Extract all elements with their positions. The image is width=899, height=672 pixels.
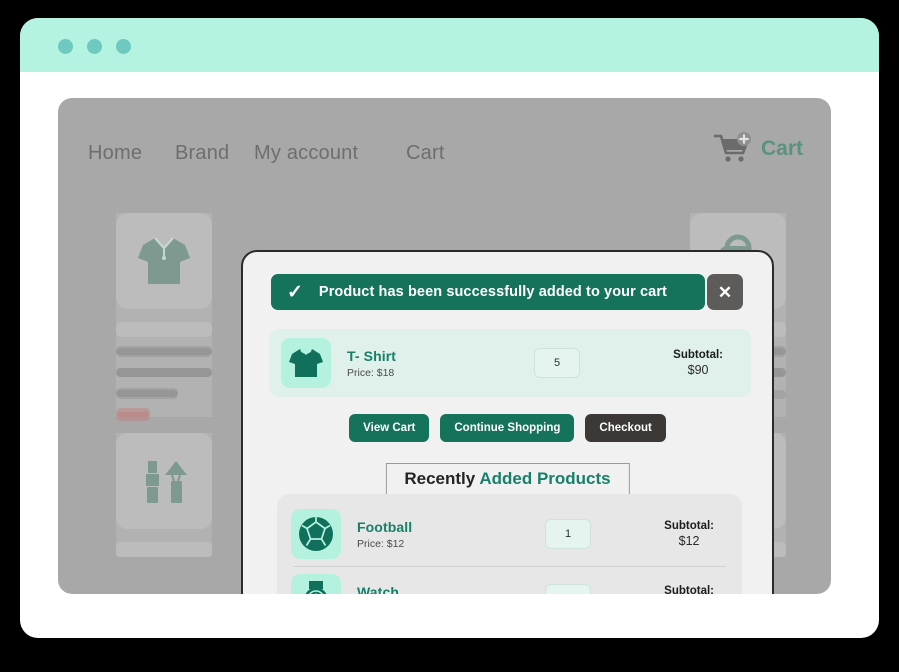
watch-icon: [291, 574, 341, 594]
cart-item-name: T- Shirt: [347, 347, 397, 364]
heading-part-added-products: Added Products: [479, 469, 611, 488]
background-placeholder-title: [116, 322, 212, 337]
list-item-name: Watch: [357, 583, 399, 595]
subtotal-value: $12: [678, 534, 700, 548]
cart-item-subtotal: Subtotal: $90: [673, 349, 723, 377]
nav-cart-group[interactable]: Cart: [713, 132, 803, 166]
nav-item-my-account[interactable]: My account: [254, 142, 358, 165]
background-placeholder-title: [116, 542, 212, 557]
cart-item-info: T- Shirt Price: $18: [347, 348, 487, 379]
window-dot-close[interactable]: [58, 39, 73, 54]
background-placeholder-line: [116, 368, 212, 377]
list-item-subtotal: Subtotal: $22: [664, 585, 714, 594]
background-product-card-cosmetics: [116, 433, 212, 557]
background-placeholder-price: [116, 412, 150, 421]
background-placeholder-line: [116, 390, 178, 399]
subtotal-label: Subtotal:: [664, 520, 714, 532]
quantity-input[interactable]: 1: [545, 519, 591, 549]
recently-added-list: Football Price: $12 1 Subtotal: $12 Watc…: [277, 494, 742, 594]
list-item: Watch Price: $22 2 Subtotal: $22: [277, 567, 742, 594]
browser-titlebar: [20, 18, 879, 72]
window-dot-minimize[interactable]: [87, 39, 102, 54]
cosmetics-icon: [116, 433, 212, 529]
checkout-button[interactable]: Checkout: [585, 414, 666, 442]
quantity-input[interactable]: 5: [534, 348, 580, 378]
football-icon: [291, 509, 341, 559]
nav-item-home[interactable]: Home: [88, 142, 142, 165]
subtotal-label: Subtotal:: [664, 585, 714, 594]
recently-added-heading: Recently Added Products: [385, 463, 630, 495]
nav-item-cart[interactable]: Cart: [406, 142, 445, 165]
list-item: Football Price: $12 1 Subtotal: $12: [277, 502, 742, 566]
shopping-cart-plus-icon: [713, 132, 753, 166]
page-content-dimmed: Home Brand My account Cart Cart ✓ Produc…: [58, 98, 831, 594]
close-icon[interactable]: ✕: [707, 274, 743, 310]
nav-item-brand[interactable]: Brand: [175, 142, 229, 165]
site-navigation: Home Brand My account Cart Cart: [58, 128, 831, 178]
quantity-input[interactable]: 2: [545, 584, 591, 594]
background-placeholder-line: [116, 346, 212, 355]
background-product-card-polo: [116, 213, 212, 417]
subtotal-value: $90: [687, 363, 709, 377]
cart-modal-dialog: ✓ Product has been successfully added to…: [241, 250, 774, 594]
view-cart-button[interactable]: View Cart: [349, 414, 430, 442]
list-item-price: Price: $12: [357, 537, 405, 550]
success-banner: ✓ Product has been successfully added to…: [271, 274, 705, 310]
heading-part-recently: Recently: [404, 469, 476, 488]
success-message: Product has been successfully added to y…: [318, 284, 667, 300]
cart-item-price: Price: $18: [347, 366, 395, 379]
window-dot-maximize[interactable]: [116, 39, 131, 54]
list-item-info: Watch Price: $22: [357, 584, 497, 595]
list-item-info: Football Price: $12: [357, 519, 497, 550]
cart-item-row: T- Shirt Price: $18 5 Subtotal: $90: [269, 329, 751, 397]
tshirt-icon: [281, 338, 331, 388]
list-item-name: Football: [357, 518, 413, 535]
browser-window: Home Brand My account Cart Cart ✓ Produc…: [20, 18, 879, 638]
continue-shopping-button[interactable]: Continue Shopping: [440, 414, 575, 442]
modal-action-buttons: View Cart Continue Shopping Checkout: [243, 414, 772, 442]
check-icon: ✓: [287, 281, 303, 303]
nav-cart-label: Cart: [760, 137, 803, 160]
polo-shirt-icon: [116, 213, 212, 309]
list-item-subtotal: Subtotal: $12: [664, 520, 714, 548]
subtotal-label: Subtotal:: [673, 349, 723, 361]
